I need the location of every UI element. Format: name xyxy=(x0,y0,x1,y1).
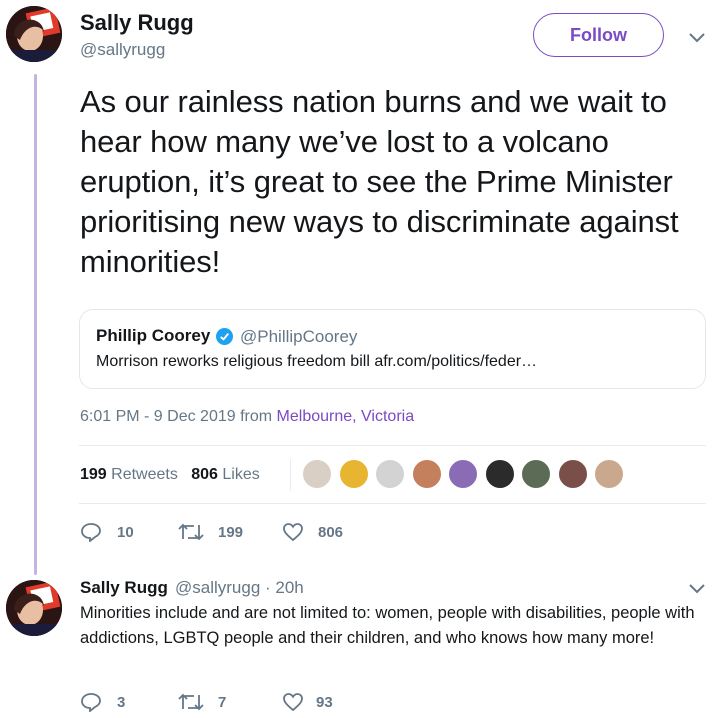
liker-avatar[interactable] xyxy=(374,458,406,490)
liker-avatar[interactable] xyxy=(483,458,516,490)
likes-stat[interactable]: 806 Likes xyxy=(191,466,260,483)
like-count[interactable]: 806 xyxy=(318,524,343,541)
tweet-stats: 199 Retweets 806 Likes xyxy=(80,466,260,484)
retweet-count[interactable]: 199 xyxy=(218,524,243,541)
liker-avatar[interactable] xyxy=(556,458,589,490)
location-link[interactable]: Melbourne, Victoria xyxy=(277,408,415,425)
likes-count: 806 xyxy=(191,466,218,483)
retweets-label: Retweets xyxy=(111,466,178,483)
likes-label: Likes xyxy=(222,466,260,483)
author-handle[interactable]: @sallyrugg xyxy=(80,40,165,60)
liker-avatar[interactable] xyxy=(337,458,370,490)
retweets-count: 199 xyxy=(80,466,107,483)
chevron-down-icon[interactable] xyxy=(689,33,705,43)
reply-text: Minorities include and are not limited t… xyxy=(80,604,695,647)
reply-author-avatar[interactable] xyxy=(6,580,62,636)
verified-badge-icon xyxy=(216,328,233,345)
like-icon[interactable] xyxy=(282,692,304,712)
liker-avatar[interactable] xyxy=(593,458,625,490)
from-label: from xyxy=(240,408,273,425)
quoted-tweet-text: Morrison reworks religious freedom bill … xyxy=(96,353,538,370)
reply-icon[interactable] xyxy=(80,692,102,712)
liker-avatar[interactable] xyxy=(447,458,479,490)
author-name[interactable]: Sally Rugg xyxy=(80,10,194,36)
tweet-text: As our rainless nation burns and we wait… xyxy=(80,84,679,279)
quoted-author-name: Phillip Coorey xyxy=(96,326,211,345)
divider xyxy=(79,503,706,504)
thread-line xyxy=(34,74,37,575)
reply-count[interactable]: 3 xyxy=(117,694,125,711)
reply-icon[interactable] xyxy=(80,522,102,542)
liker-avatar[interactable] xyxy=(520,458,552,490)
retweet-icon[interactable] xyxy=(178,693,204,711)
tweet-meta: 6:01 PM - 9 Dec 2019 from Melbourne, Vic… xyxy=(80,408,414,426)
like-count[interactable]: 93 xyxy=(316,694,333,711)
follow-button[interactable]: Follow xyxy=(533,13,664,57)
retweet-count[interactable]: 7 xyxy=(218,694,226,711)
reply-author-handle[interactable]: @sallyrugg · 20h xyxy=(175,578,304,598)
quoted-author-handle: @PhillipCoorey xyxy=(240,327,358,346)
retweet-icon[interactable] xyxy=(178,523,204,541)
like-icon[interactable] xyxy=(282,522,304,542)
liker-avatar[interactable] xyxy=(410,458,443,490)
author-avatar[interactable] xyxy=(6,6,62,62)
divider xyxy=(79,445,706,446)
reply-count[interactable]: 10 xyxy=(117,524,134,541)
retweets-stat[interactable]: 199 Retweets xyxy=(80,466,178,483)
divider xyxy=(290,459,291,491)
chevron-down-icon[interactable] xyxy=(689,584,705,594)
liker-avatar[interactable] xyxy=(301,458,333,490)
reply-author-name[interactable]: Sally Rugg xyxy=(80,578,168,598)
timestamp[interactable]: 6:01 PM - 9 Dec 2019 xyxy=(80,408,236,425)
quoted-tweet[interactable]: Phillip Coorey @PhillipCoorey Morrison r… xyxy=(79,309,706,389)
